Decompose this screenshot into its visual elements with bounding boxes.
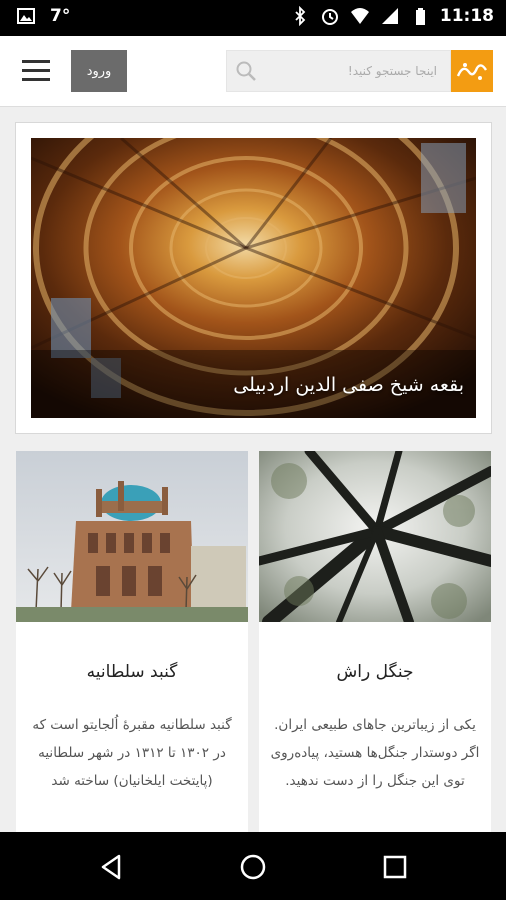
featured-image[interactable]: بقعه شیخ صفی الدین اردبیلی <box>31 138 476 418</box>
status-bar: 7° 11:18 <box>0 0 506 36</box>
menu-icon[interactable] <box>22 60 50 82</box>
featured-caption: بقعه شیخ صفی الدین اردبیلی <box>233 374 464 396</box>
logo[interactable] <box>451 50 493 92</box>
card-soltaniyeh[interactable]: گنبد سلطانیه گنبد سلطانیه مقبرهٔ اُلجایت… <box>16 451 248 832</box>
dome-building-image <box>16 451 248 622</box>
card-forest-image <box>259 451 491 622</box>
card-forest[interactable]: جنگل راش یکی از زیباترین جاهای طبیعی ایر… <box>259 451 491 832</box>
status-right: 11:18 <box>290 6 494 26</box>
image-icon <box>17 8 35 24</box>
temperature-label: 7° <box>50 6 71 26</box>
card-soltaniyeh-title: گنبد سلطانیه <box>86 662 178 682</box>
home-icon[interactable] <box>238 852 268 882</box>
time-label: 11:18 <box>439 6 494 26</box>
bluetooth-icon <box>295 6 306 26</box>
card-forest-description: یکی از زیباترین جاهای طبیعی ایران. اگر د… <box>270 717 480 789</box>
logo-mark-icon <box>456 63 488 80</box>
card-soltaniyeh-image <box>16 451 248 622</box>
status-left: 7° <box>16 6 70 26</box>
search-icon[interactable] <box>235 60 257 82</box>
app-bar: ورود <box>0 36 506 107</box>
login-button[interactable]: ورود <box>71 50 127 92</box>
back-icon[interactable] <box>97 852 127 882</box>
wifi-icon <box>350 8 369 24</box>
recents-icon[interactable] <box>380 852 410 882</box>
card-soltaniyeh-description: گنبد سلطانیه مقبرهٔ اُلجایتو است که در ۱… <box>32 717 232 789</box>
featured-card: بقعه شیخ صفی الدین اردبیلی <box>15 122 492 434</box>
card-forest-title: جنگل راش <box>336 662 414 682</box>
forest-image <box>259 451 491 622</box>
navigation-bar <box>0 832 506 900</box>
battery-icon <box>415 8 425 25</box>
search-input[interactable] <box>263 51 443 91</box>
search-box <box>226 50 451 92</box>
signal-icon <box>381 8 398 24</box>
alarm-icon <box>321 9 338 25</box>
